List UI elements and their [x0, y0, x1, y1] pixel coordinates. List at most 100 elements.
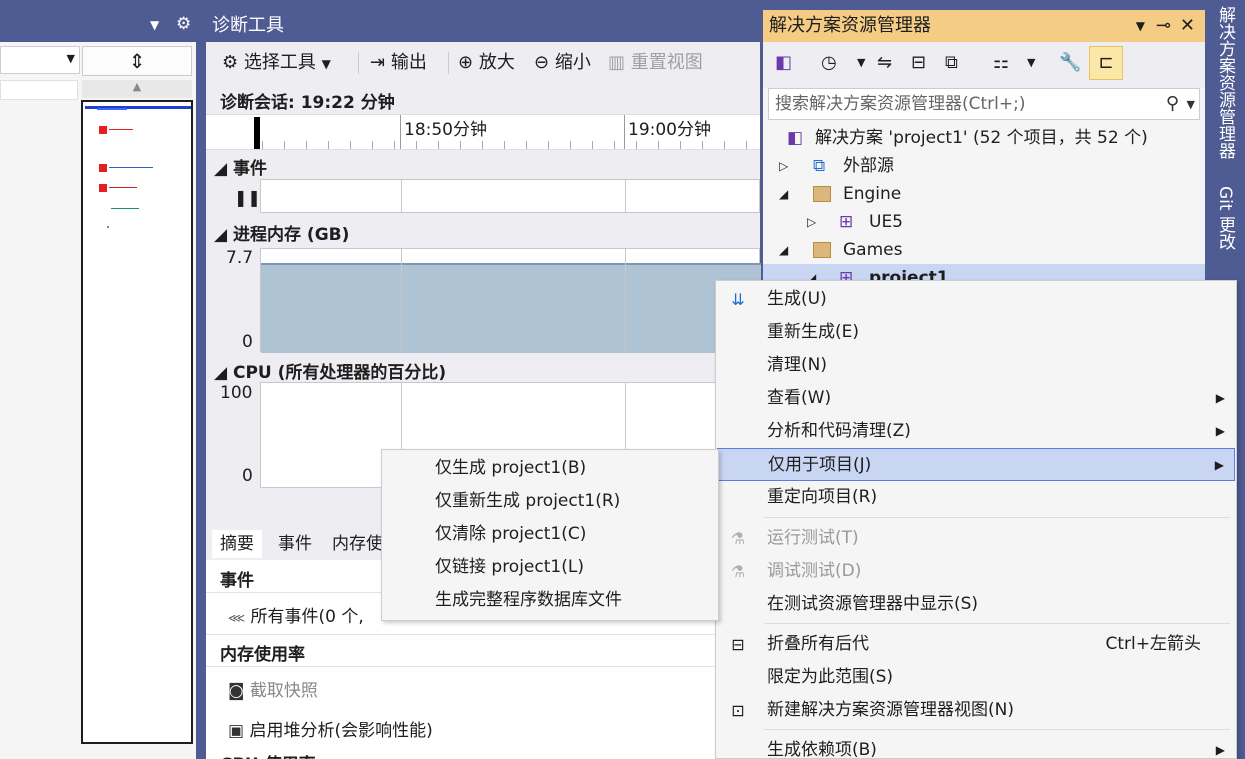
events-graph[interactable]	[260, 179, 760, 213]
chevron-down-icon: ▼	[66, 52, 75, 65]
zoom-out-button[interactable]: ⊖ 缩小	[534, 50, 591, 76]
menu-item-project-only[interactable]: 仅用于项目(J) ▶	[717, 448, 1235, 481]
code-minimap[interactable]	[81, 100, 193, 744]
chevron-down-icon[interactable]: ▼	[1187, 90, 1195, 120]
tree-item-external[interactable]: ▷ ⧉ 外部源	[763, 152, 1205, 180]
menu-item-scope[interactable]: 限定为此范围(S)	[717, 661, 1235, 694]
show-all-icon[interactable]: ⧉	[945, 52, 958, 73]
tree-item-engine[interactable]: ◢ Engine	[763, 180, 1205, 208]
menu-item-retarget[interactable]: 重定向项目(R)	[717, 481, 1235, 514]
submenu-arrow-icon: ▶	[1215, 391, 1225, 405]
summary-events-header: 事件	[220, 571, 254, 591]
submenu-item-clean-only[interactable]: 仅清除 project1(C)	[383, 518, 717, 551]
submenu-item-link-only[interactable]: 仅链接 project1(L)	[383, 551, 717, 584]
menu-item-build[interactable]: ⇊ 生成(U)	[717, 283, 1235, 316]
dropdown-icon[interactable]: ▼	[150, 18, 159, 32]
cpu-section-header[interactable]: ◢ CPU (所有处理器的百分比)	[214, 358, 446, 383]
timeline-marker[interactable]	[254, 117, 260, 149]
menu-item-rebuild[interactable]: 重新生成(E)	[717, 316, 1235, 349]
menu-item-show-test-explorer[interactable]: 在测试资源管理器中显示(S)	[717, 588, 1235, 621]
ruler-label: 18:50分钟	[404, 120, 487, 140]
expand-arrow-icon[interactable]: ▷	[779, 152, 788, 180]
menu-item-analyze[interactable]: 分析和代码清理(Z) ▶	[717, 415, 1235, 448]
timeline-ruler[interactable]: 18:50分钟 19:00分钟	[206, 114, 760, 150]
output-icon: ⇥	[370, 52, 386, 73]
scroll-up-arrow[interactable]: ▲	[82, 80, 192, 98]
output-button[interactable]: ⇥ 输出	[370, 50, 427, 76]
preview-icon[interactable]: ⊏	[1089, 46, 1123, 80]
close-icon[interactable]: ✕	[1180, 10, 1195, 42]
search-icon[interactable]: ⚲	[1166, 89, 1179, 119]
chevron-down-icon[interactable]: ▼	[1027, 56, 1035, 69]
submenu-arrow-icon: ▶	[1215, 424, 1225, 438]
snapshot-button[interactable]: ◙ 截取快照	[228, 676, 318, 701]
submenu-item-build-only[interactable]: 仅生成 project1(B)	[383, 452, 717, 485]
expand-arrow-icon[interactable]: ▷	[807, 208, 816, 236]
solution-search-input[interactable]: 搜索解决方案资源管理器(Ctrl+;) ⚲ ▼	[768, 88, 1200, 120]
menu-item-clean[interactable]: 清理(N)	[717, 349, 1235, 382]
debug-flask-icon: ⚗	[730, 562, 746, 581]
select-tools-button[interactable]: ⚙ 选择工具 ▼	[222, 50, 331, 76]
folder-icon	[813, 242, 831, 258]
wrench-icon[interactable]: 🔧	[1059, 52, 1081, 73]
tree-item-games[interactable]: ◢ Games	[763, 236, 1205, 264]
code-editor-panel: ▼ ⇕ ▲	[0, 42, 196, 759]
tab-git-changes[interactable]: Git 更改	[1213, 186, 1238, 250]
zoom-in-button[interactable]: ⊕ 放大	[458, 50, 515, 76]
submenu-arrow-icon: ▶	[1214, 458, 1224, 472]
editor-titlebar: ▼ ⚙	[0, 10, 200, 42]
summary-cpu-header: CPU 使用率	[220, 750, 316, 759]
submenu-item-rebuild-only[interactable]: 仅重新生成 project1(R)	[383, 485, 717, 518]
folder-icon	[813, 186, 831, 202]
menu-item-run-tests: ⚗ 运行测试(T)	[717, 522, 1235, 555]
submenu-arrow-icon: ▶	[1215, 743, 1225, 757]
reset-view-icon: ▥	[608, 52, 626, 73]
memory-max-label: 7.7	[226, 248, 254, 268]
cpp-project-icon: ⊞	[839, 212, 854, 232]
solution-toolbar: ◧ ◷ ▼ ⇋ ⊟ ⧉ ⚏ ▼ 🔧 ⊏	[763, 42, 1205, 88]
tab-events[interactable]: 事件	[270, 530, 320, 558]
menu-item-collapse-all[interactable]: ⊟ 折叠所有后代 Ctrl+左箭头	[717, 628, 1235, 661]
filter-icon[interactable]: ⚏	[993, 52, 1009, 73]
zoom-in-icon: ⊕	[458, 52, 474, 73]
collapse-icon[interactable]: ⊟	[911, 52, 926, 73]
split-icon[interactable]: ⇕	[82, 46, 192, 76]
collapse-shortcut: Ctrl+左箭头	[1105, 634, 1202, 654]
pause-icon[interactable]: ❚❚	[234, 188, 261, 207]
dropdown-icon[interactable]: ▼	[1136, 10, 1145, 42]
project-only-submenu: 仅生成 project1(B) 仅重新生成 project1(R) 仅清除 pr…	[381, 449, 719, 621]
session-time: 诊断会话: 19:22 分钟	[220, 93, 395, 113]
tab-solution-explorer[interactable]: 解决方案资源管理器	[1213, 6, 1238, 159]
tab-summary[interactable]: 摘要	[212, 530, 262, 558]
memory-section-header[interactable]: ◢ 进程内存 (GB)	[214, 220, 349, 245]
menu-item-new-view[interactable]: ⊡ 新建解决方案资源管理器视图(N)	[717, 694, 1235, 727]
chevron-down-icon[interactable]: ▼	[857, 56, 865, 69]
gear-icon[interactable]: ⚙	[176, 14, 191, 34]
tree-item-ue5[interactable]: ▷ ⊞ UE5	[763, 208, 1205, 236]
cpu-max-label: 100	[220, 383, 253, 403]
cpu-min-label: 0	[242, 466, 253, 486]
heap-analysis-checkbox[interactable]: ▣ 启用堆分析(会影响性能)	[228, 716, 433, 741]
collapse-arrow-icon[interactable]: ◢	[779, 180, 788, 208]
pin-icon[interactable]: ⊸	[1156, 10, 1171, 42]
memory-fill	[261, 263, 761, 353]
new-view-icon: ⊡	[731, 701, 745, 720]
vs-switch-icon[interactable]: ◧	[775, 52, 792, 73]
history-icon[interactable]: ◷	[821, 52, 837, 73]
menu-item-view[interactable]: 查看(W) ▶	[717, 382, 1235, 415]
editor-line	[0, 80, 78, 100]
collapse-arrow-icon[interactable]: ◢	[779, 236, 788, 264]
collapse-icon: ⊟	[731, 635, 745, 654]
diagnostics-toolbar: ⚙ 选择工具 ▼ ⇥ 输出 ⊕ 放大 ⊖ 缩小 ▥ 重置视图	[206, 42, 760, 84]
all-events-link[interactable]: ⋘ 所有事件(0 个,	[228, 602, 364, 627]
diagnostics-title: 诊断工具	[212, 15, 284, 36]
tree-item-solution[interactable]: ◧ 解决方案 'project1' (52 个项目，共 52 个)	[763, 124, 1205, 152]
menu-item-build-deps[interactable]: 生成依赖项(B) ▶	[717, 734, 1235, 759]
submenu-item-pdb[interactable]: 生成完整程序数据库文件	[383, 584, 717, 617]
navigation-combo[interactable]: ▼	[0, 46, 80, 74]
events-section-header[interactable]: ◢ 事件	[214, 154, 267, 179]
memory-min-label: 0	[242, 332, 253, 352]
sync-icon[interactable]: ⇋	[877, 52, 892, 73]
memory-graph[interactable]	[260, 248, 761, 353]
solution-explorer-titlebar: 解决方案资源管理器 ▼ ⊸ ✕	[763, 10, 1205, 42]
